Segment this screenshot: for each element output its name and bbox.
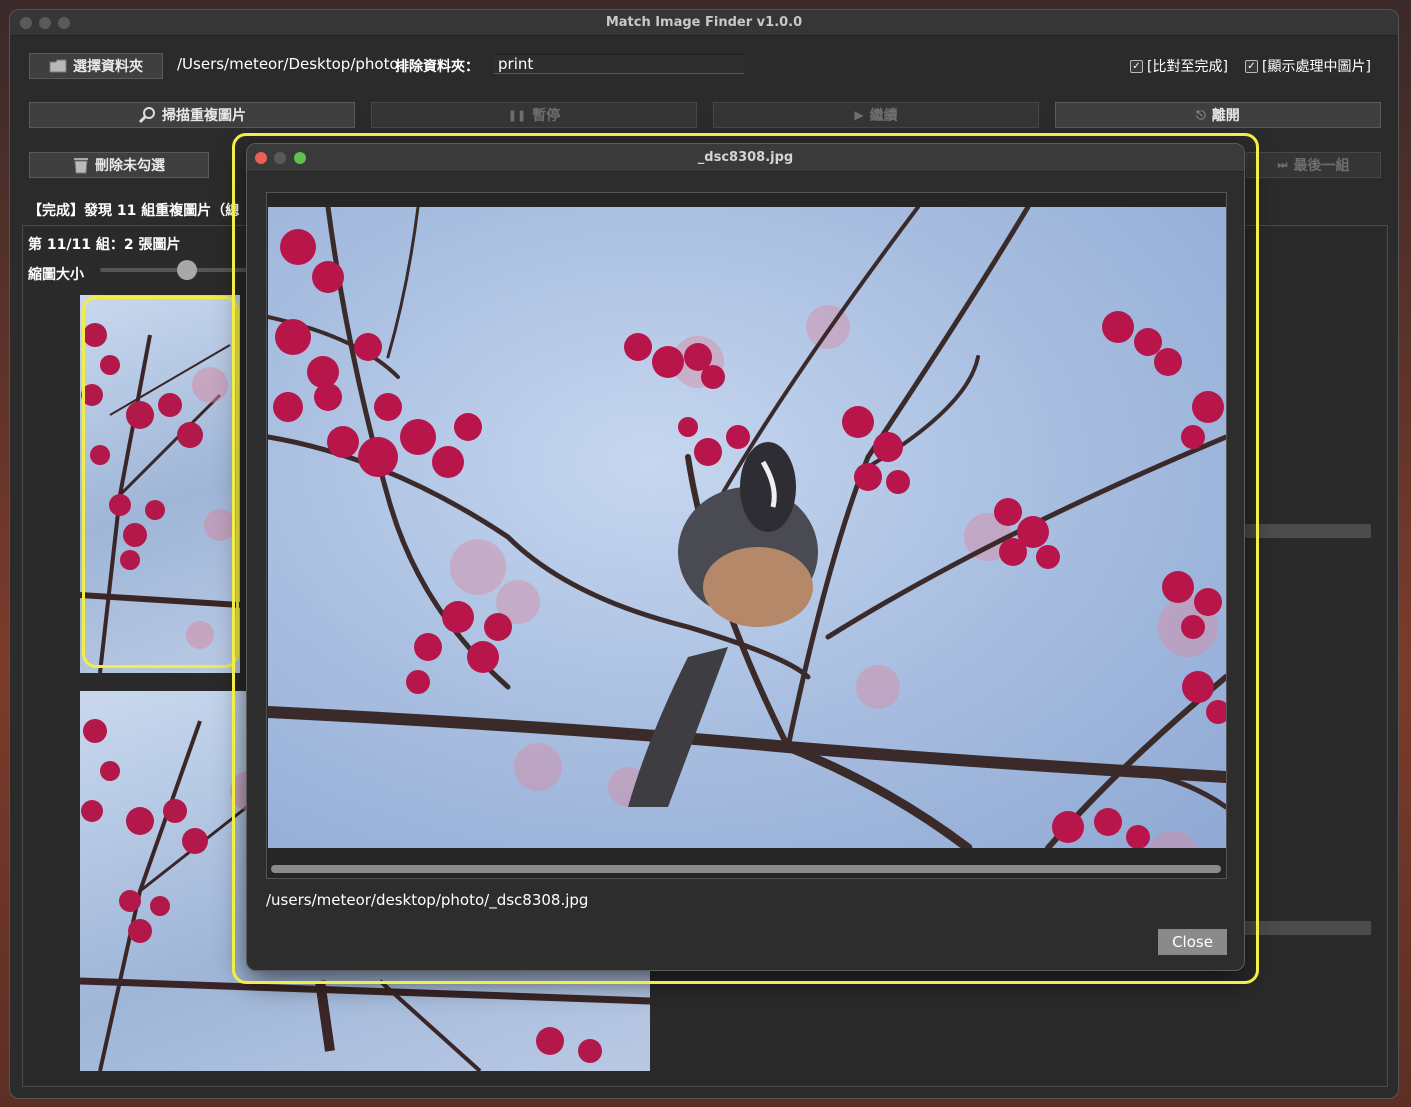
exclude-label: 排除資料夾： — [395, 59, 479, 75]
preview-image — [268, 207, 1226, 848]
thumb-size-label: 縮圖大小 — [28, 267, 84, 283]
play-icon: ▶ — [854, 108, 864, 122]
group-label: 第 11/11 組：2 張圖片 — [28, 237, 181, 253]
magnifier-icon — [138, 107, 155, 124]
dialog-title: _dsc8308.jpg — [697, 150, 794, 165]
bird-photo — [268, 207, 1226, 848]
main-titlebar: Match Image Finder v1.0.0 — [10, 10, 1398, 36]
background-progress-bar — [1240, 921, 1371, 935]
show-processing-label: [顯示處理中圖片] — [1262, 59, 1371, 75]
delete-unchecked-label: 刪除未勾選 — [95, 158, 165, 174]
last-group-button[interactable]: ⏭ 最後一組 — [1246, 152, 1381, 178]
pause-button[interactable]: ❚❚ 暫停 — [371, 102, 697, 128]
continue-label: 繼續 — [869, 108, 898, 124]
delete-unchecked-button[interactable]: 刪除未勾選 — [29, 152, 209, 178]
thumb-size-slider-knob[interactable] — [177, 260, 197, 280]
checkmark-icon: ✓ — [1130, 59, 1143, 73]
folder-icon — [49, 59, 67, 73]
pause-label: 暫停 — [532, 108, 561, 124]
preview-scroll-area[interactable] — [266, 192, 1227, 879]
scan-label: 掃描重複圖片 — [162, 108, 246, 124]
duplicate-thumbnail[interactable] — [80, 295, 240, 673]
horizontal-scrollbar[interactable] — [271, 865, 1221, 873]
dialog-titlebar: _dsc8308.jpg — [247, 144, 1244, 172]
choose-folder-button[interactable]: 選擇資料夾 — [29, 53, 163, 79]
thumbnail-image — [80, 323, 240, 673]
pause-icon: ❚❚ — [507, 108, 527, 122]
trash-icon — [74, 158, 88, 174]
preview-dialog: _dsc8308.jpg /users/meteor/desktop/photo… — [246, 143, 1245, 971]
folder-path: /Users/meteor/Desktop/photo — [177, 55, 399, 73]
last-group-label: 最後一組 — [1293, 158, 1350, 174]
compare-done-label: [比對至完成] — [1147, 59, 1228, 75]
show-processing-checkbox[interactable]: ✓ [顯示處理中圖片] — [1245, 56, 1371, 76]
scan-duplicates-button[interactable]: 掃描重複圖片 — [29, 102, 355, 128]
exit-icon: ⎋ — [1196, 107, 1206, 122]
close-button[interactable]: Close — [1158, 929, 1227, 955]
leave-label: 離開 — [1211, 108, 1240, 124]
background-progress-bar — [1240, 524, 1371, 538]
compare-done-checkbox[interactable]: ✓ [比對至完成] — [1130, 56, 1228, 76]
skip-last-icon: ⏭ — [1277, 158, 1288, 171]
leave-button[interactable]: ⎋ 離開 — [1055, 102, 1381, 128]
choose-folder-label: 選擇資料夾 — [73, 59, 143, 75]
thumb-size-slider[interactable] — [100, 268, 250, 272]
status-text: 【完成】發現 11 組重複圖片（總 — [28, 203, 240, 219]
preview-file-path: /users/meteor/desktop/photo/_dsc8308.jpg — [266, 891, 589, 909]
exclude-input[interactable]: print — [494, 54, 744, 74]
continue-button[interactable]: ▶ 繼續 — [713, 102, 1039, 128]
window-title: Match Image Finder v1.0.0 — [605, 15, 803, 30]
checkmark-icon: ✓ — [1245, 59, 1258, 73]
